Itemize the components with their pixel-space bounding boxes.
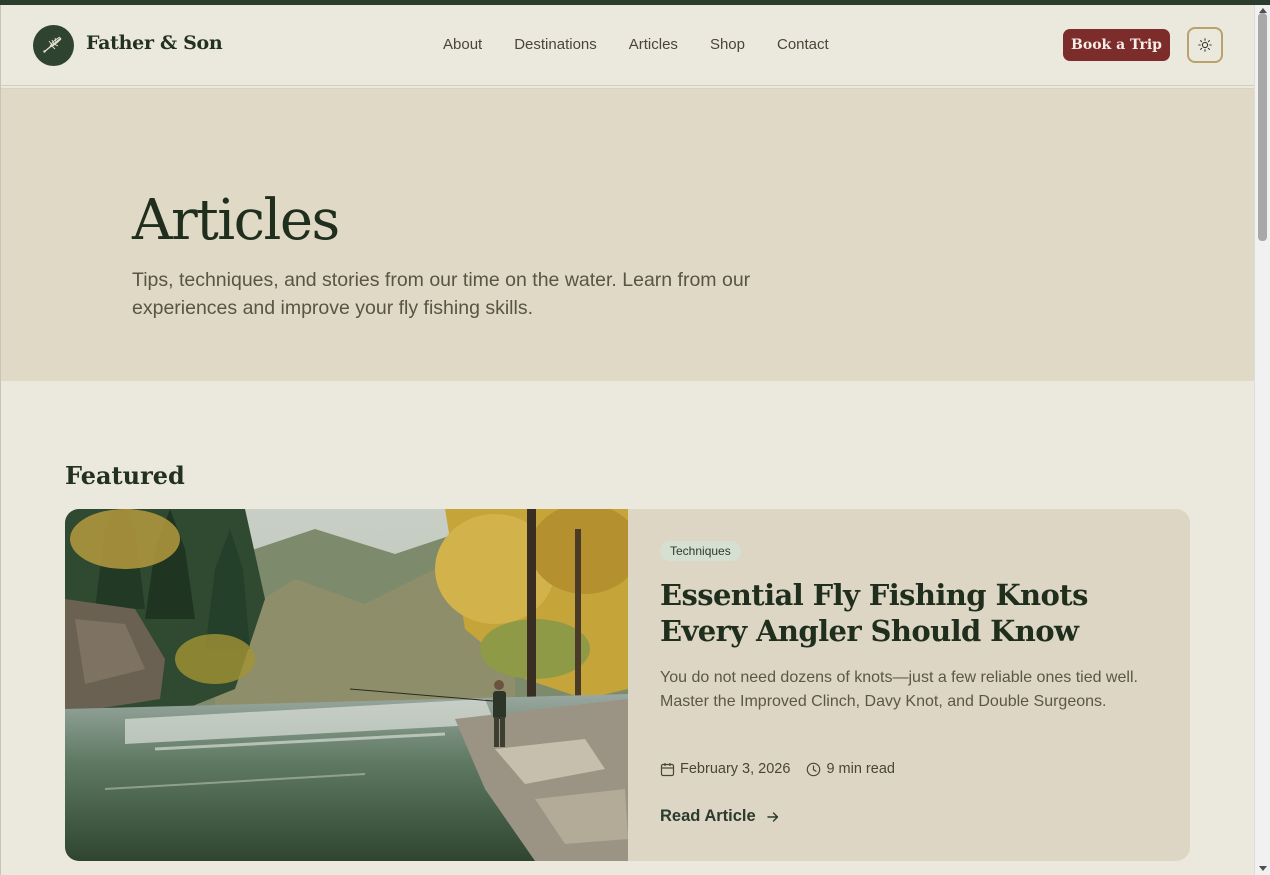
fly-lure-icon [43, 36, 62, 53]
logo[interactable] [33, 25, 74, 66]
article-read-time-text: 9 min read [826, 761, 895, 777]
clock-icon [807, 762, 821, 776]
page-subtitle: Tips, techniques, and stories from our t… [132, 269, 751, 319]
article-date-text: February 3, 2026 [680, 761, 791, 777]
page-title: Articles [132, 188, 340, 253]
read-article-link[interactable]: Read Article [660, 807, 780, 826]
featured-heading: Featured [65, 461, 185, 490]
arrow-right-icon [766, 811, 778, 822]
river-landscape-painting [65, 509, 640, 861]
main-nav: About Destinations Articles Shop Contact [443, 36, 861, 53]
article-read-time: 9 min read [806, 761, 895, 777]
article-date: February 3, 2026 [660, 761, 790, 777]
nav-link-contact[interactable]: Contact [777, 36, 829, 53]
featured-article-title[interactable]: Essential Fly Fishing Knots Every Angler… [660, 577, 1140, 649]
featured-article-card[interactable]: Techniques Essential Fly Fishing Knots E… [65, 509, 1190, 861]
nav-link-about[interactable]: About [443, 36, 482, 53]
page: Father & Son About Destinations Articles… [0, 5, 1254, 875]
featured-article-image[interactable] [65, 509, 640, 861]
book-trip-button[interactable]: Book a Trip [1063, 29, 1170, 61]
sun-icon [1198, 38, 1212, 52]
category-badge[interactable]: Techniques [660, 541, 741, 561]
brand-name[interactable]: Father & Son [86, 32, 223, 54]
site-header: Father & Son About Destinations Articles… [1, 5, 1254, 86]
article-meta: February 3, 2026 9 min read [660, 761, 911, 777]
calendar-icon [660, 762, 675, 776]
scroll-down-arrow-icon[interactable] [1259, 866, 1267, 871]
nav-link-destinations[interactable]: Destinations [514, 36, 597, 53]
nav-link-shop[interactable]: Shop [710, 36, 745, 53]
featured-article-excerpt: You do not need dozens of knots—just a f… [660, 669, 1138, 710]
vertical-scrollbar[interactable] [1254, 5, 1270, 875]
scrollbar-thumb[interactable] [1258, 13, 1267, 241]
hero-section: Articles Tips, techniques, and stories f… [1, 89, 1254, 381]
featured-article-content: Techniques Essential Fly Fishing Knots E… [660, 509, 1160, 861]
read-article-label: Read Article [660, 807, 756, 825]
nav-link-articles[interactable]: Articles [629, 36, 678, 53]
theme-toggle-button[interactable] [1187, 27, 1223, 63]
